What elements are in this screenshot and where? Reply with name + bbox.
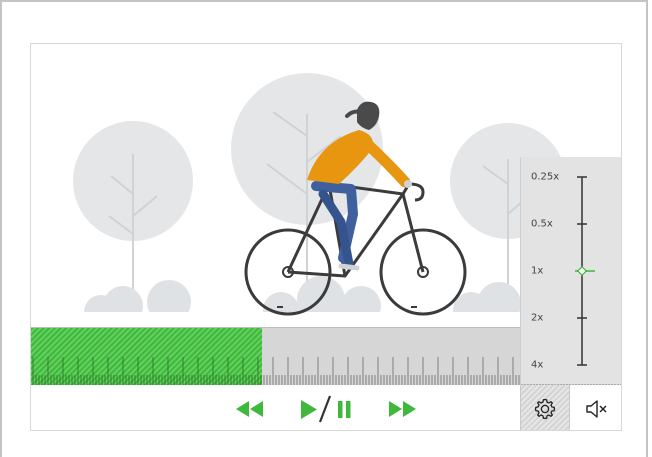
playback-speed-panel[interactable]: 0.25x 0.5x 1x 2x 4x [520, 157, 621, 384]
pause-icon [338, 400, 351, 418]
speed-option-0-25x[interactable]: 0.25x [531, 172, 559, 183]
gear-icon [534, 398, 556, 419]
rewind-button[interactable] [229, 385, 269, 430]
speed-option-0-5x[interactable]: 0.5x [531, 219, 553, 230]
play-pause-button[interactable] [295, 385, 357, 430]
speed-option-2x[interactable]: 2x [531, 313, 543, 324]
speed-option-4x[interactable]: 4x [531, 360, 543, 371]
separator-slash [318, 395, 332, 422]
mute-button[interactable] [570, 385, 621, 430]
volume-muted-icon [585, 399, 606, 418]
playback-controls [31, 385, 621, 430]
fast-forward-button[interactable] [383, 385, 423, 430]
settings-button[interactable] [520, 385, 570, 430]
rewind-icon [236, 400, 263, 417]
video-player: 0.25x 0.5x 1x 2x 4x [30, 43, 622, 431]
play-icon [301, 399, 317, 419]
speed-option-1x[interactable]: 1x [531, 266, 543, 277]
speed-slider-handle[interactable] [575, 265, 595, 277]
fast-forward-icon [389, 400, 416, 417]
